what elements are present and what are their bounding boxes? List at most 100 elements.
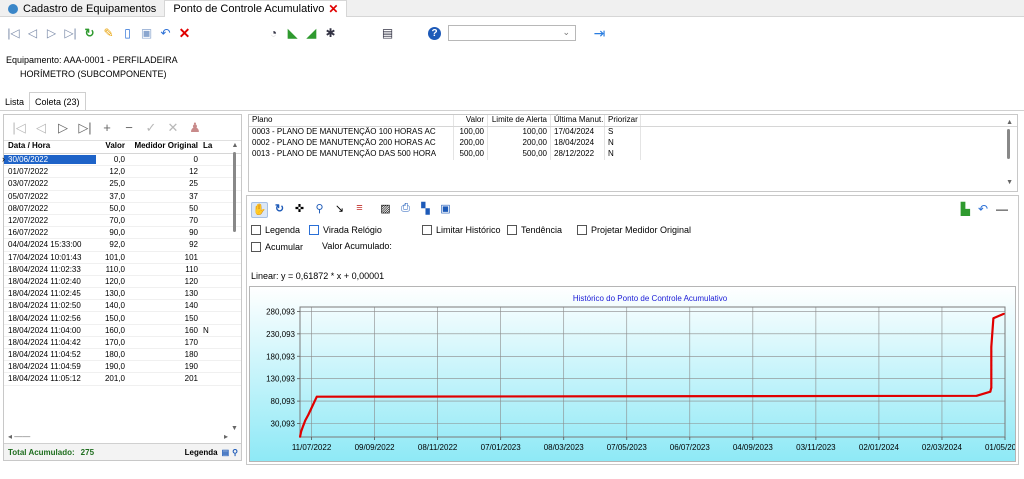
col-flag[interactable]: La [201,141,213,153]
cell-value[interactable]: 37,0 [96,192,128,201]
cell-original[interactable]: 130 [128,289,201,298]
cell-value[interactable]: 12,0 [96,167,128,176]
virada-relogio-checkbox[interactable]: Virada Relógio [309,225,382,235]
cell-original[interactable]: 150 [128,314,201,323]
history-chart[interactable]: Histórico do Ponto de Controle Acumulati… [250,287,1015,461]
tab-lista[interactable]: Lista [0,94,29,110]
cell-original[interactable]: 70 [128,216,201,225]
cell-original[interactable]: 25 [128,179,201,188]
table-row[interactable]: 18/04/2024 11:02:56 150,0 150 [4,312,241,325]
prior-icon[interactable]: ◁ [30,120,52,136]
search-icon[interactable]: ⚲ [232,448,238,457]
table-row[interactable]: 0003 - PLANO DE MANUTENÇÃO 100 HORAS AC 1… [249,127,1017,138]
tab-coleta[interactable]: Coleta (23) [29,92,86,110]
series-icon[interactable]: ≡ [351,202,368,218]
cell-date[interactable]: 16/07/2022 [4,228,96,237]
col-alert-limit[interactable]: Limite de Alerta [488,115,551,126]
col-original[interactable]: Medidor Original [128,141,201,153]
cell-value[interactable]: 150,0 [96,314,128,323]
table-row[interactable]: 18/04/2024 11:04:42 170,0 170 [4,337,241,349]
scroll-up-icon[interactable]: ▲ [230,142,240,149]
cell-original[interactable]: 50 [128,204,201,213]
legend-checkbox[interactable]: Legenda [251,225,300,235]
cell-original[interactable]: 190 [128,362,201,371]
acumular-checkbox[interactable]: Acumular [251,242,303,252]
refresh-chart-icon[interactable]: ↻ [271,202,288,218]
fit-all-icon[interactable]: ✜ [291,202,308,218]
cell-last[interactable]: 18/04/2024 [551,138,605,149]
cell-last[interactable]: 17/04/2024 [551,127,605,138]
table-row[interactable]: 18/04/2024 11:02:45 130,0 130 [4,288,241,301]
col-priority[interactable]: Priorizar [605,115,641,126]
scroll-thumb[interactable] [233,152,236,232]
table-row[interactable]: 18/04/2024 11:04:00 160,0 160 N [4,325,241,337]
cell-priority[interactable]: N [605,138,641,149]
cell-value[interactable]: 190,0 [96,362,128,371]
cell-original[interactable]: 0 [128,155,201,164]
delete-icon[interactable]: ✕ [175,24,194,42]
previous-record-icon[interactable]: ◁ [23,24,42,42]
checkbox-box[interactable] [577,225,587,235]
checkbox-box[interactable] [251,242,261,252]
cell-date[interactable]: 18/04/2024 11:05:12 [4,374,96,383]
cell-date[interactable]: 05/07/2022 [4,192,96,201]
cell-original[interactable]: 120 [128,277,201,286]
table-row[interactable]: 18/04/2024 11:04:52 180,0 180 [4,349,241,362]
cell-value[interactable]: 50,0 [96,204,128,213]
cell-date[interactable]: 08/07/2022 [4,204,96,213]
cell-value[interactable]: 500,00 [454,149,488,160]
col-last-maintenance[interactable]: Última Manut. [551,115,605,126]
checkbox-box[interactable] [422,225,432,235]
user-icon[interactable]: ♟ [184,120,206,136]
table-row[interactable]: 04/04/2024 15:33:00 92,0 92 [4,239,241,252]
cell-value[interactable]: 25,0 [96,179,128,188]
scroll-down-icon[interactable]: ▼ [231,425,238,432]
cell-original[interactable]: 110 [128,265,201,274]
arrow-icon[interactable]: ↘ [331,202,348,218]
cell-value[interactable]: 100,00 [454,127,488,138]
table-row[interactable]: 18/04/2024 11:05:12 201,0 201 [4,373,241,386]
col-plan-value[interactable]: Valor [454,115,488,126]
exit-icon[interactable]: ⇥ [590,24,609,42]
table-row[interactable]: 16/07/2022 90,0 90 [4,227,241,240]
edit-chart-icon[interactable]: ▨ [377,202,394,218]
tab-ponto-controle[interactable]: Ponto de Controle Acumulativo ✕ [164,0,348,17]
last-record-icon[interactable]: ▷| [61,24,80,42]
cell-value[interactable]: 110,0 [96,265,128,274]
tab-cadastro-equipamentos[interactable]: Cadastro de Equipamentos [0,0,164,17]
table-row[interactable]: 18/04/2024 11:02:50 140,0 140 [4,300,241,313]
settings-gear-icon[interactable]: ✱ [321,24,340,42]
close-tab-icon[interactable]: ✕ [328,2,338,16]
save-chart-icon[interactable]: ▣ [437,202,454,218]
report-icon[interactable]: ▤ [378,24,397,42]
copy-icon[interactable]: ▚ [417,202,434,218]
print-icon[interactable]: ⎙ [397,202,414,218]
table-row[interactable]: 03/07/2022 25,0 25 [4,178,241,191]
grid-vertical-scrollbar[interactable]: ▲ ▼ [230,142,240,432]
cell-value[interactable]: 170,0 [96,338,128,347]
document-icon[interactable]: ▤ [222,448,230,457]
cell-value[interactable]: 90,0 [96,228,128,237]
cell-date[interactable]: 18/04/2024 11:04:59 [4,362,96,371]
table-row[interactable]: 30/06/2022 0,0 0 [4,154,241,167]
delete-row-icon[interactable]: − [118,120,140,135]
cell-last[interactable]: 28/12/2022 [551,149,605,160]
cell-value[interactable]: 0,0 [96,155,128,164]
cell-date[interactable]: 18/04/2024 11:04:42 [4,338,96,347]
table-row[interactable]: 18/04/2024 11:02:33 110,0 110 [4,264,241,276]
scroll-left-icon[interactable]: ◂ —— [8,432,30,441]
cell-date[interactable]: 12/07/2022 [4,216,96,225]
col-plan[interactable]: Plano [249,115,454,126]
cell-original[interactable]: 12 [128,167,201,176]
cell-value[interactable]: 120,0 [96,277,128,286]
col-date[interactable]: Data / Hora [4,141,96,153]
gauge-icon[interactable]: ◔ [264,24,283,42]
toolbar-combo[interactable]: ⌄ [448,25,576,41]
last-icon[interactable]: ▷| [74,120,96,136]
table-row[interactable]: 0002 - PLANO DE MANUTENÇÃO 200 HORAS AC 2… [249,138,1017,149]
checkbox-box[interactable] [309,225,319,235]
cell-original[interactable]: 140 [128,301,201,310]
table-row[interactable]: 18/04/2024 11:04:59 190,0 190 [4,361,241,374]
cell-value[interactable]: 160,0 [96,326,128,335]
cell-original[interactable]: 90 [128,228,201,237]
